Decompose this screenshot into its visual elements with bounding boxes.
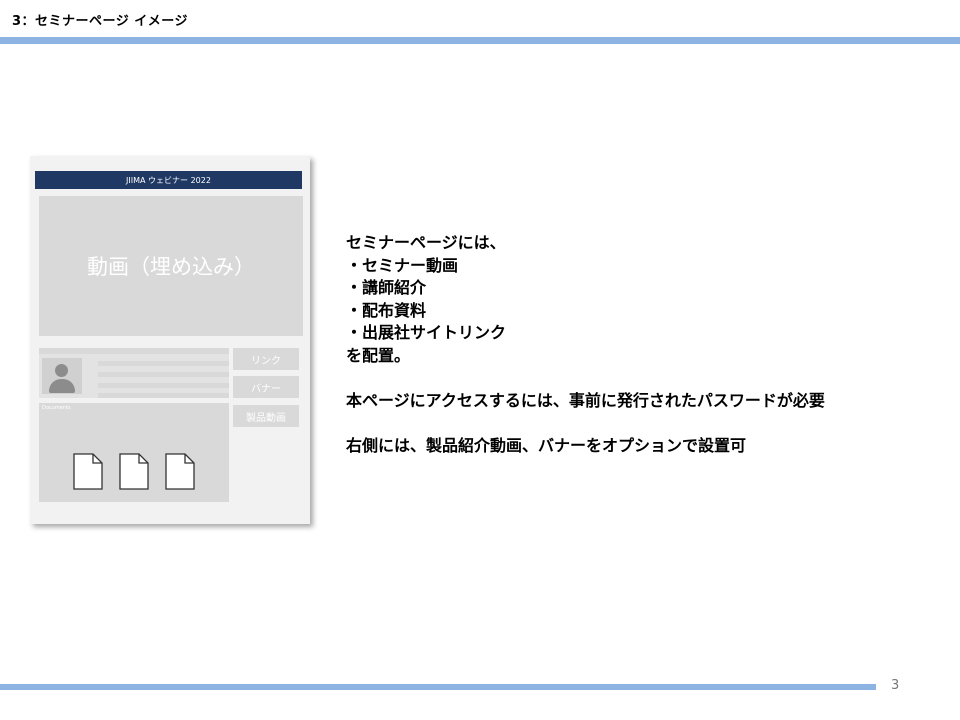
document-icon	[165, 453, 195, 490]
description-text: セミナーページには、 ・セミナー動画 ・講師紹介 ・配布資料 ・出展社サイトリン…	[346, 232, 825, 457]
list-item-materials: ・配布資料	[346, 300, 427, 320]
intro-text: セミナーページには、	[346, 233, 506, 252]
profile-text-line	[98, 383, 229, 388]
document-icon	[119, 453, 149, 490]
avatar-head	[55, 364, 68, 377]
slide-title: 3：セミナーページ イメージ	[12, 14, 189, 29]
avatar-body	[49, 379, 75, 393]
mockup-banner-button: バナー	[233, 376, 299, 398]
options-note: 右側には、製品紹介動画、バナーをオプションで設置可	[346, 435, 747, 455]
bottom-divider	[0, 684, 876, 690]
profile-topbar	[39, 348, 229, 354]
mockup-link-button: リンク	[233, 348, 299, 370]
avatar-icon	[42, 358, 82, 394]
document-icon	[73, 453, 103, 490]
password-note: 本ページにアクセスするには、事前に発行されたパスワードが必要	[346, 390, 825, 410]
mockup-documents-area: Documents	[39, 403, 229, 502]
profile-text-line	[98, 361, 229, 366]
list-item-video: ・セミナー動画	[346, 255, 459, 275]
profile-text-line	[98, 372, 229, 377]
mockup-video-area: 動画（埋め込み）	[39, 196, 303, 336]
list-item-speaker: ・講師紹介	[346, 278, 427, 297]
mockup-header: JIIMA ウェビナー 2022	[35, 171, 302, 189]
list-item-exhibitor-links: ・出展社サイトリンク	[346, 323, 507, 342]
documents-caption: Documents	[42, 405, 71, 411]
top-divider	[0, 37, 960, 44]
page-number: 3	[891, 678, 900, 693]
mockup-product-video-button: 製品動画	[233, 405, 299, 427]
outro-text: を配置。	[346, 345, 411, 365]
mockup-speaker-profile	[39, 348, 229, 398]
profile-text-line	[98, 393, 229, 398]
seminar-page-mockup: JIIMA ウェビナー 2022 動画（埋め込み） Documents リンク …	[30, 156, 310, 524]
